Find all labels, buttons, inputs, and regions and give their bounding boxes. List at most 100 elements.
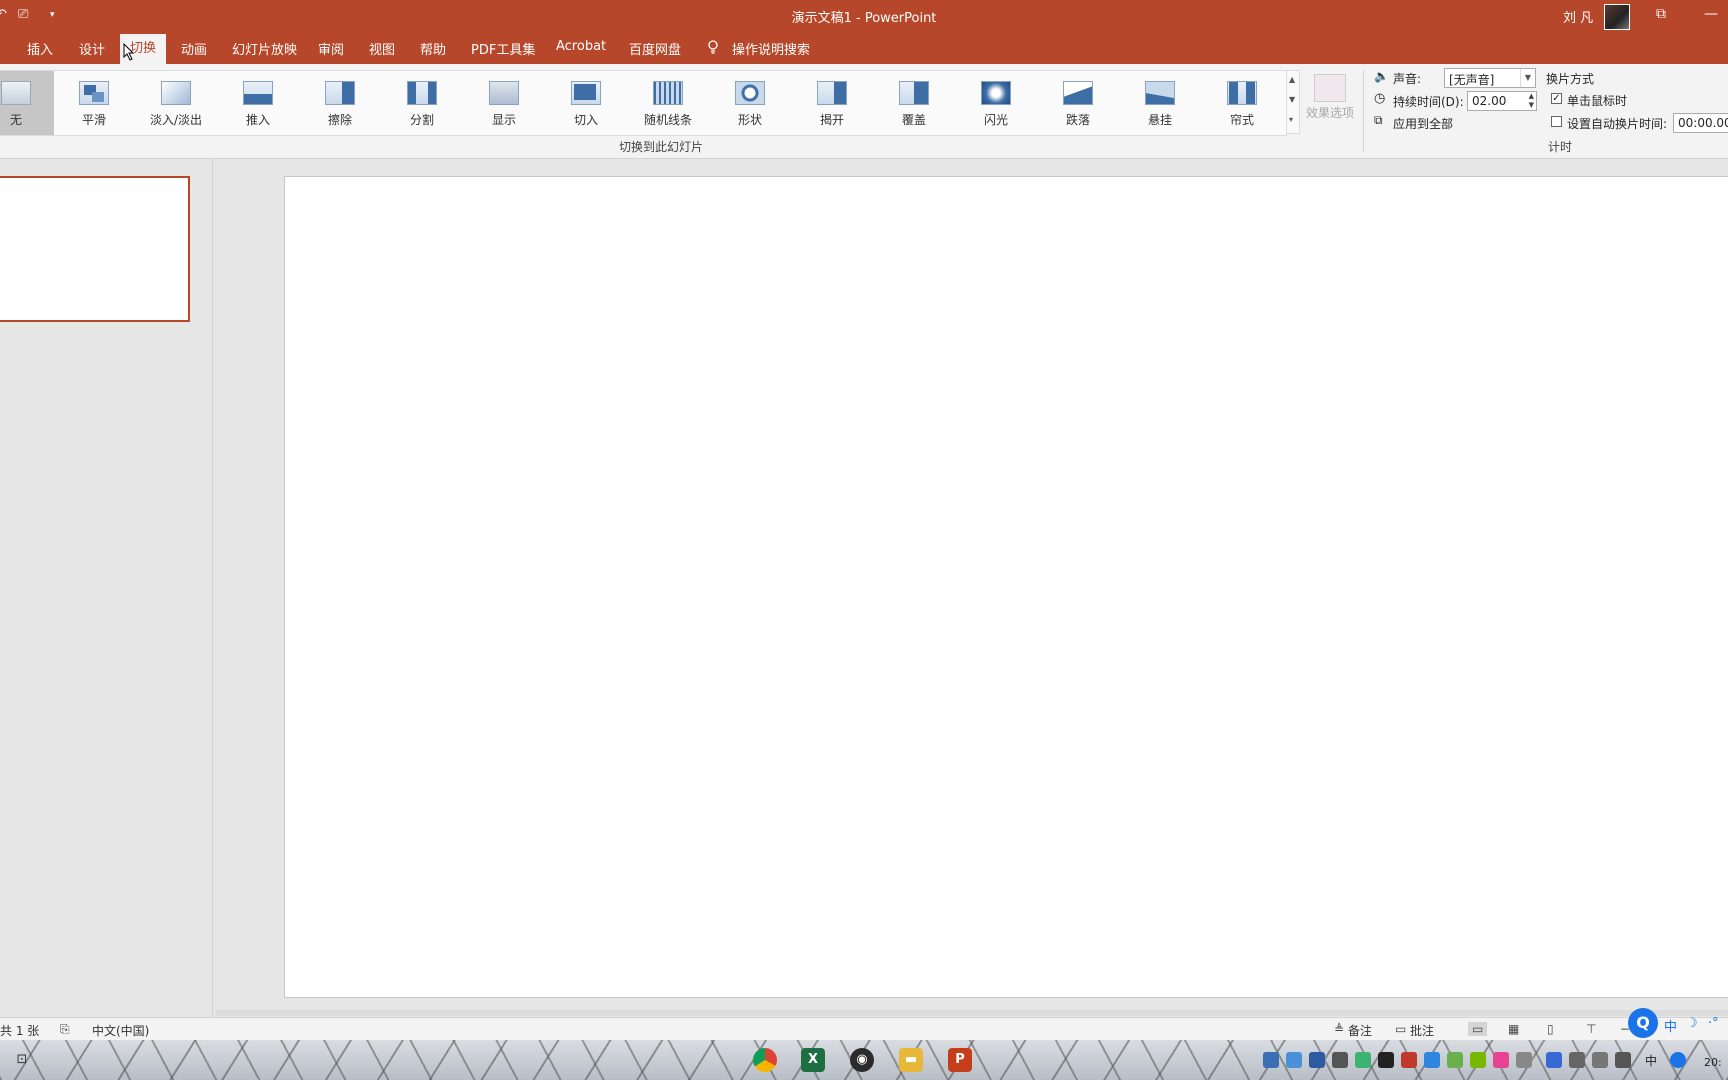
avatar[interactable] [1604,4,1630,30]
auto-advance-time-input[interactable]: 00:00.00 [1673,113,1728,133]
transition-cover[interactable]: 覆盖 [876,71,952,135]
wipe-icon [325,81,355,105]
gallery-more-icon[interactable]: ▾ [1289,115,1293,124]
tab-pdf-tools[interactable]: PDF工具集 [471,39,535,58]
transition-drape[interactable]: 悬挂 [1122,71,1198,135]
apply-to-all-button[interactable]: 应用到全部 [1393,115,1453,132]
tray-battery-icon[interactable] [1592,1052,1608,1068]
reveal-icon [489,81,519,105]
comments-icon[interactable]: ▭ [1395,1022,1406,1036]
tray-volume-icon[interactable] [1569,1052,1585,1068]
tab-acrobat[interactable]: Acrobat [556,39,606,54]
spellcheck-icon[interactable]: ⎘ [60,1022,70,1037]
gallery-scroll-up-icon[interactable]: ▲ [1289,75,1295,84]
ime-dots-icon[interactable]: ·° [1708,1016,1719,1031]
normal-view-icon[interactable]: ▭ [1468,1022,1488,1036]
clock[interactable]: 20: [1704,1056,1722,1069]
tray-app-icon-1[interactable] [1263,1052,1279,1068]
duration-stepper-icon[interactable]: ▲ ▼ [1529,92,1534,110]
ime-toolbar[interactable]: Q 中 ☽ ·° [1628,1006,1728,1040]
notes-button[interactable]: 备注 [1348,1022,1372,1039]
obs-icon[interactable]: ◉ [850,1048,874,1072]
slide-thumbnail[interactable] [0,176,190,322]
tray-app-icon-5[interactable] [1355,1052,1371,1068]
tray-app-icon-3[interactable] [1309,1052,1325,1068]
random-bars-icon [653,81,683,105]
transition-fall-over[interactable]: 跌落 [1040,71,1116,135]
morph-icon [79,81,109,105]
slide-canvas[interactable] [284,176,1728,998]
excel-icon[interactable]: X [801,1048,825,1072]
on-mouse-click-label: 单击鼠标时 [1567,94,1628,108]
tab-view[interactable]: 视图 [369,39,395,58]
tray-app-icon-6[interactable] [1378,1052,1394,1068]
transition-curtains[interactable]: 帘式 [1204,71,1280,135]
chevron-down-icon[interactable]: ▼ [1520,69,1535,87]
tab-baidu-netdisk[interactable]: 百度网盘 [629,39,681,58]
clock-icon: ◷ [1374,91,1386,106]
file-explorer-icon[interactable]: ▬ [899,1048,923,1072]
transition-flash[interactable]: 闪光 [958,71,1034,135]
transition-push[interactable]: 推入 [220,71,296,135]
effect-options-button[interactable]: 效果选项 [1302,72,1354,136]
language-status[interactable]: 中文(中国) [92,1022,149,1039]
tray-app-icon-7[interactable] [1401,1052,1417,1068]
tray-ime-icon[interactable] [1670,1052,1686,1068]
tell-me-search[interactable]: 操作说明搜索 [732,39,810,58]
minimize-icon[interactable]: — [1704,6,1718,22]
horizontal-scrollbar[interactable] [216,1010,1728,1016]
tab-review[interactable]: 审阅 [318,39,344,58]
user-name[interactable]: 刘 凡 [1563,7,1593,26]
tray-app-icon-8[interactable] [1424,1052,1440,1068]
tab-animations[interactable]: 动画 [181,39,207,58]
transition-uncover[interactable]: 揭开 [794,71,870,135]
transition-fade[interactable]: 淡入/淡出 [138,71,214,135]
transition-none[interactable]: 无 [0,71,54,135]
reading-view-icon[interactable]: ▯ [1547,1022,1554,1036]
gallery-scroll-down-icon[interactable]: ▼ [1289,95,1295,104]
task-view-icon[interactable]: ⊡ [10,1048,34,1072]
status-bar: 共 1 张 ⎘ 中文(中国) ≜ 备注 ▭ 批注 ▭ ▦ ▯ ⊤ − [0,1017,1728,1040]
tray-app-icon-9[interactable] [1447,1052,1463,1068]
ime-logo-icon[interactable]: Q [1628,1008,1658,1038]
chrome-icon[interactable] [753,1048,777,1072]
tray-app-icon-4[interactable] [1332,1052,1348,1068]
on-mouse-click-checkbox[interactable]: ✓ [1551,93,1562,104]
sound-select[interactable]: [无声音] ▼ [1444,68,1536,88]
tab-help[interactable]: 帮助 [420,39,446,58]
slide-sorter-icon[interactable]: ▦ [1508,1022,1519,1036]
tab-design[interactable]: 设计 [79,39,105,58]
lightbulb-icon[interactable] [707,40,719,54]
transition-random-bars[interactable]: 随机线条 [630,71,706,135]
transition-split[interactable]: 分割 [384,71,460,135]
auto-advance-label: 设置自动换片时间: [1567,117,1668,131]
gallery-scroll[interactable]: ▲ ▼ ▾ [1286,70,1300,134]
tab-insert[interactable]: 插入 [27,39,53,58]
transition-morph[interactable]: 平滑 [56,71,132,135]
tray-wifi-icon[interactable] [1615,1052,1631,1068]
fade-icon [161,81,191,105]
transition-reveal[interactable]: 显示 [466,71,542,135]
tray-mic-icon[interactable] [1516,1052,1532,1068]
tray-nvidia-icon[interactable] [1470,1052,1486,1068]
ribbon-display-options-icon[interactable]: ⧉ [1656,6,1666,22]
ime-language[interactable]: 中 [1664,1016,1677,1035]
slideshow-view-icon[interactable]: ⊤ [1586,1022,1596,1036]
auto-advance-checkbox[interactable] [1551,116,1562,127]
window-title: 演示文稿1 - PowerPoint [791,11,937,26]
notes-icon[interactable]: ≜ [1334,1022,1344,1036]
tray-security-icon[interactable] [1546,1052,1562,1068]
transition-wipe[interactable]: 擦除 [302,71,378,135]
transition-shape[interactable]: 形状 [712,71,788,135]
drape-icon [1145,81,1175,105]
transition-cut[interactable]: 切入 [548,71,624,135]
tray-app-icon-10[interactable] [1493,1052,1509,1068]
tray-app-icon-2[interactable] [1286,1052,1302,1068]
comments-button[interactable]: 批注 [1410,1022,1434,1039]
tab-slideshow[interactable]: 幻灯片放映 [232,39,297,58]
apply-all-icon: ⧉ [1374,113,1383,127]
tray-input-language[interactable]: 中 [1645,1052,1657,1069]
powerpoint-icon[interactable]: P [948,1048,972,1072]
duration-input[interactable]: 02.00 ▲ ▼ [1467,91,1537,111]
ime-moon-icon[interactable]: ☽ [1686,1016,1698,1031]
